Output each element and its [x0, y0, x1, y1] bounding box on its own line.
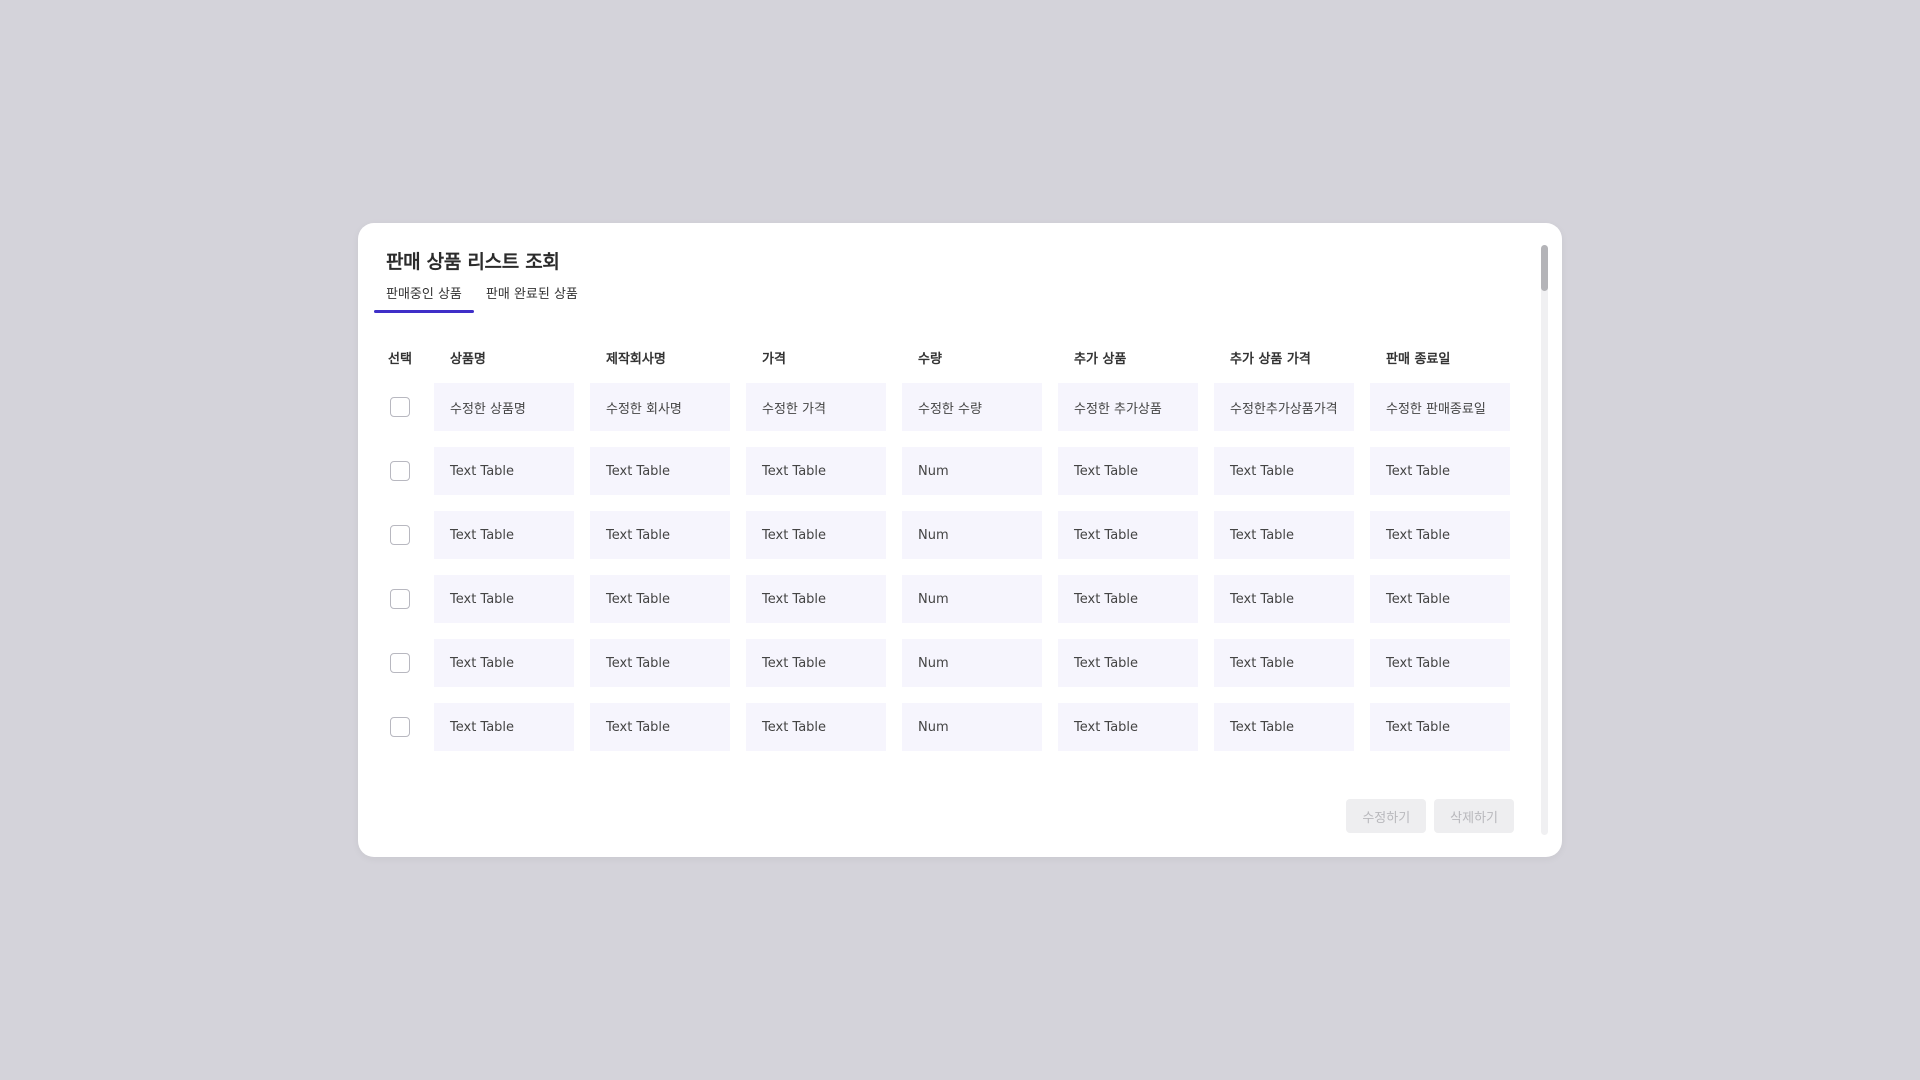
cell-extra-product-price[interactable]: Text Table	[1214, 447, 1354, 495]
row-select-cell	[386, 461, 434, 481]
table-body: 수정한 상품명 수정한 회사명 수정한 가격 수정한 수량 수정한 추가상품 수정한추가상…	[386, 383, 1510, 751]
row-checkbox[interactable]	[390, 589, 410, 609]
tab-sold-out[interactable]: 판매 완료된 상품	[474, 287, 590, 313]
column-header-product-name: 상품명	[450, 351, 486, 367]
table-row: Text Table Text Table Text Table Num Text Ta…	[386, 575, 1510, 623]
cell-extra-product-price[interactable]: Text Table	[1214, 511, 1354, 559]
cell-product-name[interactable]: Text Table	[434, 511, 574, 559]
product-list-modal: 판매 상품 리스트 조회 판매중인 상품 판매 완료된 상품 선택 상품명 제작…	[358, 223, 1562, 857]
column-header-extra-product: 추가 상품	[1074, 351, 1127, 367]
cell-price[interactable]: Text Table	[746, 575, 886, 623]
cell-sale-end-date[interactable]: Text Table	[1370, 511, 1510, 559]
cell-price[interactable]: Text Table	[746, 447, 886, 495]
cell-sale-end-date[interactable]: Text Table	[1370, 575, 1510, 623]
product-table: 선택 상품명 제작회사명 가격 수량 추가 상품 추가 상품 가격 판매 종료일…	[386, 343, 1510, 751]
table-row: Text Table Text Table Text Table Num Text Ta…	[386, 703, 1510, 751]
select-column-header: 선택	[388, 351, 412, 367]
cell-product-name[interactable]: Text Table	[434, 703, 574, 751]
cell-quantity[interactable]: Num	[902, 447, 1042, 495]
row-checkbox[interactable]	[390, 525, 410, 545]
tab-bar: 판매중인 상품 판매 완료된 상품	[374, 287, 590, 313]
cell-quantity[interactable]: Num	[902, 575, 1042, 623]
cell-extra-product[interactable]: Text Table	[1058, 511, 1198, 559]
table-row: Text Table Text Table Text Table Num Text Ta…	[386, 447, 1510, 495]
cell-product-name[interactable]: Text Table	[434, 639, 574, 687]
table-row: 수정한 상품명 수정한 회사명 수정한 가격 수정한 수량 수정한 추가상품 수정한추가상…	[386, 383, 1510, 431]
row-select-cell	[386, 589, 434, 609]
row-select-cell	[386, 397, 434, 417]
cell-product-name[interactable]: Text Table	[434, 575, 574, 623]
row-checkbox[interactable]	[390, 717, 410, 737]
cell-price[interactable]: Text Table	[746, 703, 886, 751]
cell-sale-end-date[interactable]: Text Table	[1370, 447, 1510, 495]
row-select-cell	[386, 653, 434, 673]
cell-extra-product[interactable]: Text Table	[1058, 575, 1198, 623]
cell-quantity[interactable]: Num	[902, 639, 1042, 687]
row-checkbox[interactable]	[390, 653, 410, 673]
action-bar: 수정하기 삭제하기	[1346, 799, 1514, 833]
cell-manufacturer[interactable]: Text Table	[590, 703, 730, 751]
cell-manufacturer[interactable]: Text Table	[590, 511, 730, 559]
scrollbar-thumb[interactable]	[1541, 245, 1548, 291]
cell-manufacturer[interactable]: 수정한 회사명	[590, 383, 730, 431]
column-header-quantity: 수량	[918, 351, 942, 367]
cell-quantity[interactable]: 수정한 수량	[902, 383, 1042, 431]
scrollbar-track[interactable]	[1541, 245, 1548, 835]
cell-sale-end-date[interactable]: Text Table	[1370, 639, 1510, 687]
delete-button[interactable]: 삭제하기	[1434, 799, 1514, 833]
edit-button[interactable]: 수정하기	[1346, 799, 1427, 833]
table-header-row: 선택 상품명 제작회사명 가격 수량 추가 상품 추가 상품 가격 판매 종료일	[386, 343, 1510, 371]
column-header-sale-end-date: 판매 종료일	[1386, 351, 1451, 367]
cell-extra-product[interactable]: 수정한 추가상품	[1058, 383, 1198, 431]
cell-sale-end-date[interactable]: 수정한 판매종료일	[1370, 383, 1510, 431]
row-select-cell	[386, 525, 434, 545]
cell-extra-product[interactable]: Text Table	[1058, 703, 1198, 751]
row-select-cell	[386, 717, 434, 737]
cell-manufacturer[interactable]: Text Table	[590, 447, 730, 495]
modal-title: 판매 상품 리스트 조회	[386, 251, 560, 273]
cell-price[interactable]: Text Table	[746, 511, 886, 559]
cell-product-name[interactable]: 수정한 상품명	[434, 383, 574, 431]
table-row: Text Table Text Table Text Table Num Text Ta…	[386, 511, 1510, 559]
cell-manufacturer[interactable]: Text Table	[590, 639, 730, 687]
cell-quantity[interactable]: Num	[902, 511, 1042, 559]
cell-product-name[interactable]: Text Table	[434, 447, 574, 495]
column-header-price: 가격	[762, 351, 786, 367]
cell-manufacturer[interactable]: Text Table	[590, 575, 730, 623]
column-header-extra-product-price: 추가 상품 가격	[1230, 351, 1311, 367]
cell-extra-product-price[interactable]: 수정한추가상품가격	[1214, 383, 1354, 431]
column-header-manufacturer: 제작회사명	[606, 351, 666, 367]
cell-extra-product[interactable]: Text Table	[1058, 639, 1198, 687]
cell-sale-end-date[interactable]: Text Table	[1370, 703, 1510, 751]
cell-price[interactable]: Text Table	[746, 639, 886, 687]
cell-extra-product-price[interactable]: Text Table	[1214, 703, 1354, 751]
cell-extra-product[interactable]: Text Table	[1058, 447, 1198, 495]
cell-extra-product-price[interactable]: Text Table	[1214, 575, 1354, 623]
cell-price[interactable]: 수정한 가격	[746, 383, 886, 431]
row-checkbox[interactable]	[390, 397, 410, 417]
row-checkbox[interactable]	[390, 461, 410, 481]
tab-on-sale[interactable]: 판매중인 상품	[374, 287, 474, 313]
cell-quantity[interactable]: Num	[902, 703, 1042, 751]
table-row: Text Table Text Table Text Table Num Text Ta…	[386, 639, 1510, 687]
cell-extra-product-price[interactable]: Text Table	[1214, 639, 1354, 687]
